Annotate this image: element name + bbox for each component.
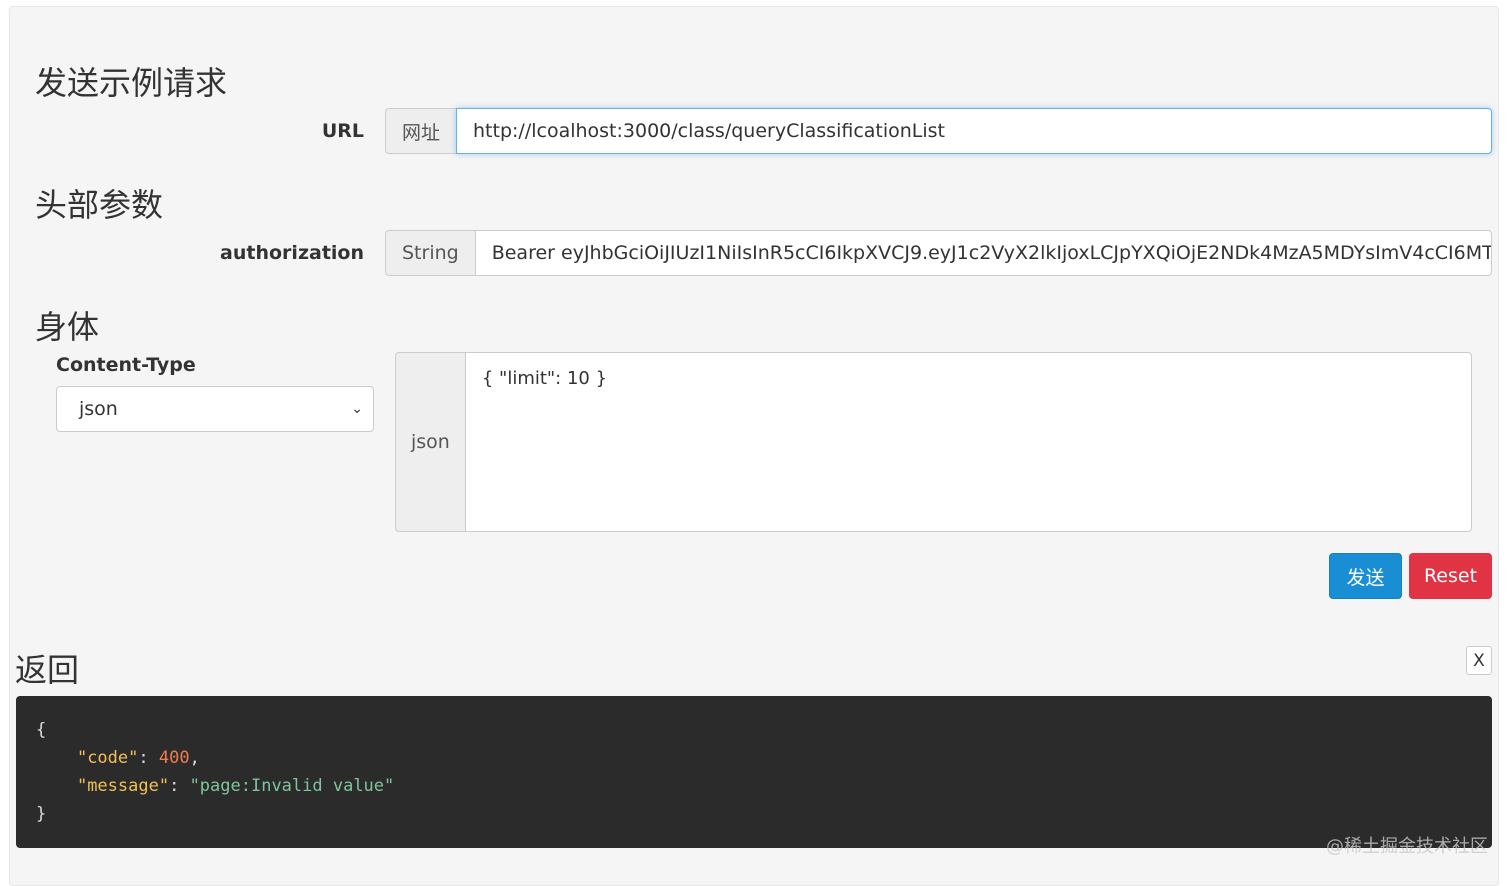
authorization-input[interactable]: Bearer eyJhbGciOiJIUzI1NiIsInR5cCI6IkpXV… [474,230,1492,276]
authorization-group: String Bearer eyJhbGciOiJIUzI1NiIsInR5cC… [385,230,1492,276]
url-group: 网址 http://lcoalhost:3000/class/queryClas… [385,108,1492,154]
code-key: "code" [76,748,139,768]
brace-open: { [36,720,47,740]
body-group: json { "limit": 10 } [395,352,1472,532]
content-type-select[interactable]: json ⌄ [56,386,374,432]
reset-button[interactable]: Reset [1409,553,1492,599]
authorization-type-addon: String [385,230,475,276]
authorization-label: authorization [220,242,364,264]
close-response-button[interactable]: X [1466,646,1492,675]
response-code-block: { "code": 400, "message": "page:Invalid … [16,696,1492,848]
body-textarea[interactable]: { "limit": 10 } [464,352,1472,532]
url-addon: 网址 [385,108,457,154]
response-title: 返回 [15,651,80,689]
request-title: 发送示例请求 [35,64,228,102]
content-type-value: json [79,398,118,420]
url-input[interactable]: http://lcoalhost:3000/class/queryClassif… [456,108,1492,154]
body-addon: json [395,352,465,532]
content-type-label: Content-Type [56,354,196,376]
code-value: 400 [158,748,190,768]
body-title: 身体 [35,308,100,346]
url-label: URL [321,120,364,142]
brace-close: } [36,804,47,824]
watermark: @稀土掘金技术社区 [1326,836,1488,857]
message-value: "page:Invalid value" [189,776,395,796]
message-key: "message" [76,776,170,796]
headers-title: 头部参数 [35,186,164,224]
chevron-down-icon: ⌄ [351,401,363,417]
send-button[interactable]: 发送 [1329,553,1402,599]
